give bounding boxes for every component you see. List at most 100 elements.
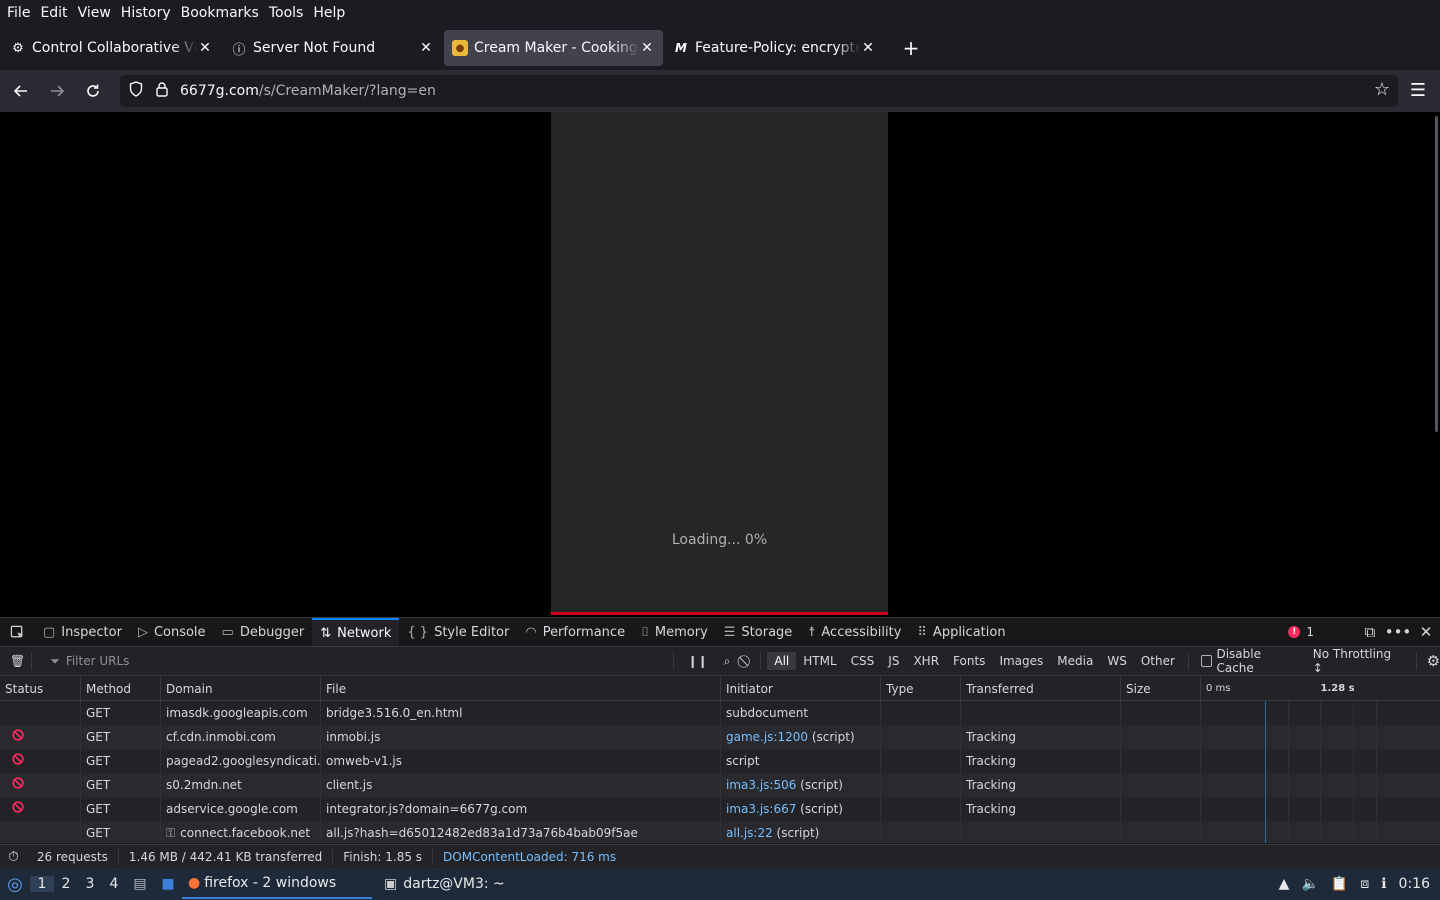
tab-feature-policy[interactable]: M Feature-Policy: encrypted ✕ [665, 30, 884, 66]
workspace-2[interactable]: 2 [54, 876, 78, 892]
close-icon[interactable]: ✕ [860, 40, 876, 56]
filter-xhr[interactable]: XHR [906, 652, 946, 670]
table-row[interactable]: GET pagead2.googlesyndicati... omweb-v1.js… [0, 749, 1440, 773]
dock-side-icon[interactable]: ⧉ [1356, 623, 1384, 641]
page-scrollbar[interactable] [1435, 116, 1438, 432]
table-row[interactable]: GET cf.cdn.inmobi.com inmobi.js game.js:120… [0, 725, 1440, 749]
tab-application[interactable]: ⠿ Application [909, 618, 1013, 646]
menu-tools[interactable]: Tools [264, 5, 309, 21]
volume-icon[interactable]: 🔈 [1301, 876, 1318, 892]
settings-gear-icon[interactable]: ⚙ [1427, 652, 1440, 670]
column-initiator[interactable]: Initiator [721, 677, 881, 700]
bookmark-star-icon[interactable]: ☆ [1374, 79, 1390, 100]
column-domain[interactable]: Domain [161, 677, 321, 700]
waterfall-gridline [1353, 701, 1354, 725]
trash-icon[interactable]: 🗑 [10, 654, 25, 668]
tab-debugger[interactable]: ▭ Debugger [214, 618, 313, 646]
divider [31, 652, 33, 670]
shield-icon[interactable] [126, 81, 146, 101]
tray-up-icon[interactable]: ▲ [1279, 876, 1290, 892]
tab-style-editor[interactable]: { } Style Editor [399, 618, 517, 646]
more-options-icon[interactable]: ••• [1384, 623, 1412, 641]
filter-html[interactable]: HTML [796, 652, 843, 670]
column-file[interactable]: File [321, 677, 721, 700]
desktop-icon[interactable]: ■ [154, 876, 182, 892]
tab-performance[interactable]: ◠ Performance [517, 618, 633, 646]
filter-js[interactable]: JS [881, 652, 906, 670]
initiator-link[interactable]: all.js:22 [726, 826, 773, 840]
column-size[interactable]: Size [1121, 677, 1201, 700]
column-type[interactable]: Type [881, 677, 961, 700]
divider [1187, 652, 1189, 670]
column-status[interactable]: Status [0, 677, 81, 700]
menu-view[interactable]: View [73, 5, 116, 21]
lock-icon[interactable] [152, 81, 172, 101]
tab-storage[interactable]: ☰ Storage [716, 618, 801, 646]
workspace-1[interactable]: 1 [30, 876, 54, 892]
forward-button[interactable] [42, 76, 72, 106]
table-row[interactable]: GET imasdk.googleapis.com bridge3.516.0_en… [0, 701, 1440, 725]
task-firefox[interactable]: ● firefox - 2 windows [182, 869, 372, 899]
notification-icon[interactable]: ℹ [1381, 876, 1386, 892]
menu-bookmarks[interactable]: Bookmarks [176, 5, 264, 21]
workspace-4[interactable]: 4 [102, 876, 126, 892]
menu-history[interactable]: History [116, 5, 176, 21]
tab-control-collaborative[interactable]: ⚙ Control Collaborative Virt ✕ [2, 30, 221, 66]
filter-urls-input[interactable]: ⏷ Filter URLs [50, 654, 666, 669]
table-row[interactable]: GET s0.2mdn.net client.js ima3.js:506 (scri… [0, 773, 1440, 797]
menu-edit[interactable]: Edit [35, 5, 72, 21]
throttling-select[interactable]: No Throttling ↕ [1313, 647, 1402, 675]
table-row[interactable]: GET adservice.google.com integrator.js?dom… [0, 797, 1440, 821]
initiator-link[interactable]: ima3.js:667 [726, 802, 796, 816]
close-icon[interactable]: ✕ [418, 40, 434, 56]
app-menu-icon[interactable]: ☰ [1410, 80, 1426, 101]
tab-server-not-found[interactable]: ⓘ Server Not Found ✕ [223, 30, 442, 66]
close-icon[interactable]: ✕ [197, 40, 213, 56]
column-waterfall[interactable]: 0 ms 1.28 s [1201, 677, 1440, 700]
pause-icon[interactable]: ❙❙ [688, 654, 708, 668]
element-picker-icon[interactable] [0, 618, 35, 646]
filter-images[interactable]: Images [992, 652, 1050, 670]
disable-cache-checkbox[interactable]: Disable Cache [1200, 647, 1299, 675]
back-button[interactable] [6, 76, 36, 106]
filter-ws[interactable]: WS [1100, 652, 1133, 670]
initiator-link[interactable]: ima3.js:506 [726, 778, 796, 792]
filter-other[interactable]: Other [1134, 652, 1182, 670]
request-count: 26 requests [27, 848, 119, 865]
filter-all[interactable]: All [767, 652, 797, 670]
table-row[interactable]: GET ⚿ connect.facebook.net all.js?hash=d650… [0, 821, 1440, 843]
waterfall-start-label: 0 ms [1206, 683, 1231, 694]
menu-file[interactable]: File [2, 5, 35, 21]
close-icon[interactable]: ✕ [639, 40, 655, 56]
close-devtools-icon[interactable]: ✕ [1412, 623, 1440, 641]
tab-console[interactable]: ▷ Console [130, 618, 214, 646]
tab-cream-maker[interactable]: ● Cream Maker - Cooking Gam ✕ [444, 30, 663, 66]
tab-accessibility[interactable]: ☨ Accessibility [800, 618, 909, 646]
file-manager-icon[interactable]: ▤ [126, 876, 154, 892]
filter-css[interactable]: CSS [844, 652, 882, 670]
task-terminal[interactable]: ▣ dartz@VM3: ~ [378, 869, 511, 899]
menu-help[interactable]: Help [308, 5, 350, 21]
tab-network[interactable]: ⇅ Network [312, 618, 400, 646]
workspace-3[interactable]: 3 [78, 876, 102, 892]
column-method[interactable]: Method [81, 677, 161, 700]
reload-button[interactable] [78, 76, 108, 106]
initiator-link[interactable]: game.js:1200 [726, 730, 808, 744]
filter-media[interactable]: Media [1050, 652, 1100, 670]
clipboard-icon[interactable]: 📋 [1331, 876, 1348, 892]
waterfall-gridline [1265, 821, 1266, 843]
tab-inspector[interactable]: ▢ Inspector [35, 618, 130, 646]
column-transferred[interactable]: Transferred [961, 677, 1121, 700]
cell-transferred: Tracking [961, 773, 1121, 797]
new-tab-button[interactable]: + [896, 36, 926, 60]
stopwatch-icon[interactable]: ⏱ [0, 849, 27, 865]
url-bar[interactable]: 6677g.com/s/CreamMaker/?lang=en ☆ [120, 75, 1398, 107]
system-tray: ▲ 🔈 📋 ⧈ ℹ 0:16 [1273, 868, 1440, 900]
game-canvas[interactable]: Loading... 0% [551, 112, 888, 615]
filter-fonts[interactable]: Fonts [946, 652, 992, 670]
network-tray-icon[interactable]: ⧈ [1360, 876, 1369, 892]
start-menu-icon[interactable]: ◎ [0, 874, 30, 895]
error-count-badge[interactable]: ! 1 [1288, 625, 1314, 639]
search-icon[interactable]: ⌕ [724, 654, 731, 669]
tab-memory[interactable]: ⌷ Memory [633, 618, 716, 646]
